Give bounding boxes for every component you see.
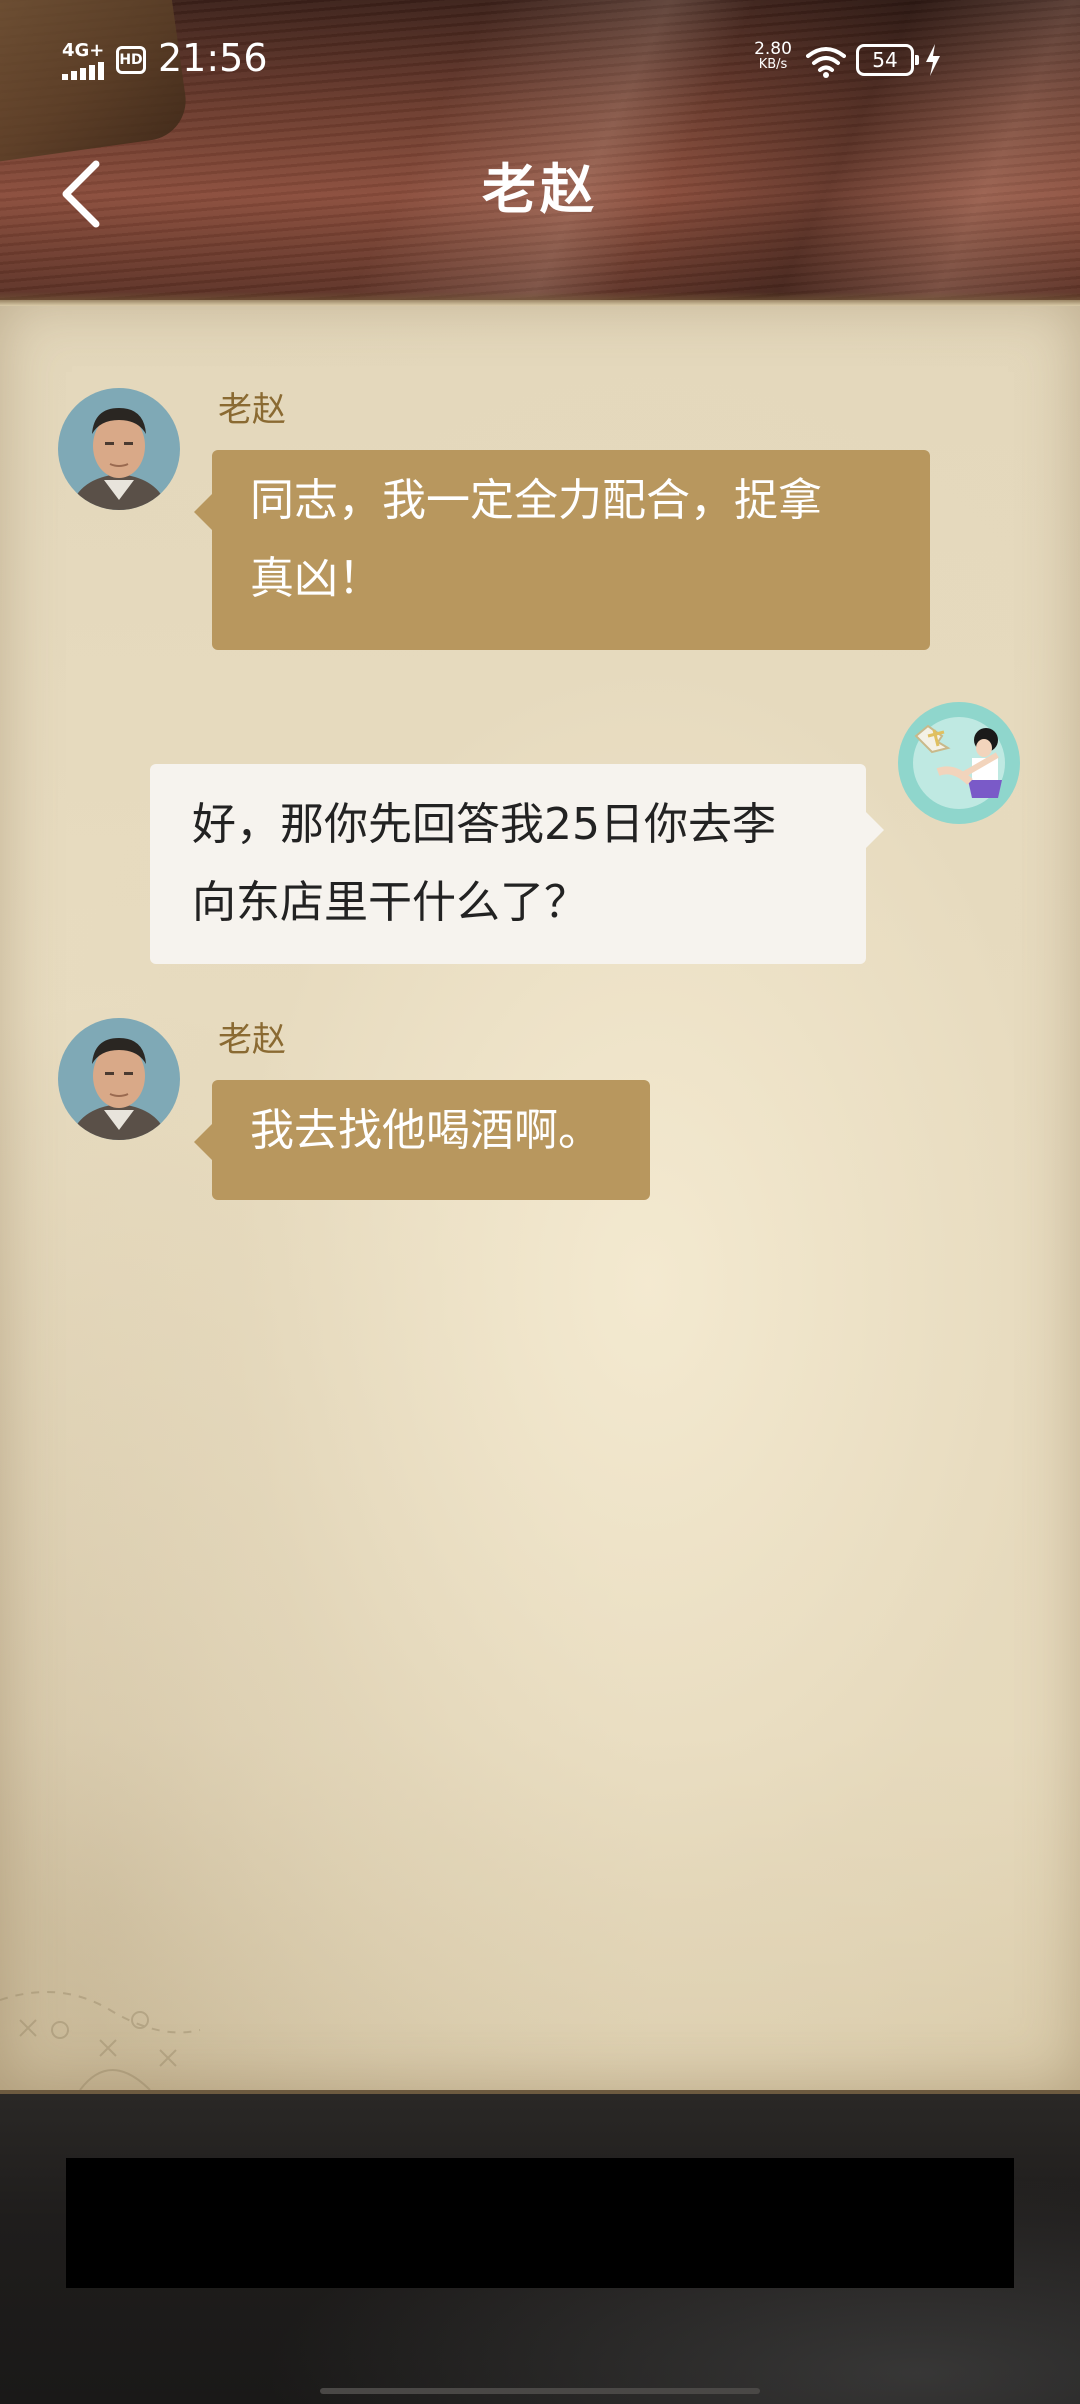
status-bar: 4G+ HD 21:56 2.80 KB/s 54 xyxy=(0,0,1080,120)
message-bubble-incoming[interactable]: 同志，我一定全力配合，捉拿 真凶！ xyxy=(194,450,930,650)
network-speed-value: 2.80 xyxy=(754,39,792,59)
battery-icon: 54 xyxy=(856,44,919,76)
contact-avatar[interactable] xyxy=(58,1018,180,1140)
network-type: 4G+ xyxy=(62,40,105,61)
paper-edge xyxy=(0,292,1080,306)
user-avatar[interactable] xyxy=(898,702,1020,824)
message-input[interactable] xyxy=(66,2158,1014,2288)
signal-icon xyxy=(62,62,110,80)
message-line: 好，那你先回答我25日你去李 xyxy=(192,799,776,850)
network-speed-unit: KB/s xyxy=(758,57,788,72)
charging-icon xyxy=(926,44,940,76)
sender-name: 老赵 xyxy=(218,1020,286,1060)
sender-name: 老赵 xyxy=(218,390,286,430)
network-speed: 2.80 KB/s xyxy=(748,39,798,73)
message-line: 同志，我一定全力配合，捉拿 xyxy=(250,475,822,526)
contact-avatar[interactable] xyxy=(58,388,180,510)
home-indicator[interactable] xyxy=(320,2388,760,2394)
message-line: 真凶！ xyxy=(250,553,382,604)
user-avatar-image xyxy=(898,702,1020,824)
message-line: 我去找他喝酒啊。 xyxy=(250,1105,602,1156)
contact-avatar-image xyxy=(58,388,180,510)
contact-avatar-image xyxy=(58,1018,180,1140)
message-bubble-incoming[interactable]: 我去找他喝酒啊。 xyxy=(194,1080,650,1200)
message-bubble-outgoing[interactable]: 好，那你先回答我25日你去李 向东店里干什么了？ xyxy=(150,764,884,964)
paper-doodle xyxy=(0,1991,201,2090)
message-line: 向东店里干什么了？ xyxy=(192,877,588,928)
clock: 21:56 xyxy=(158,36,268,80)
hd-icon: HD xyxy=(116,46,146,74)
page-title: 老赵 xyxy=(482,158,598,221)
wifi-icon xyxy=(806,47,846,78)
